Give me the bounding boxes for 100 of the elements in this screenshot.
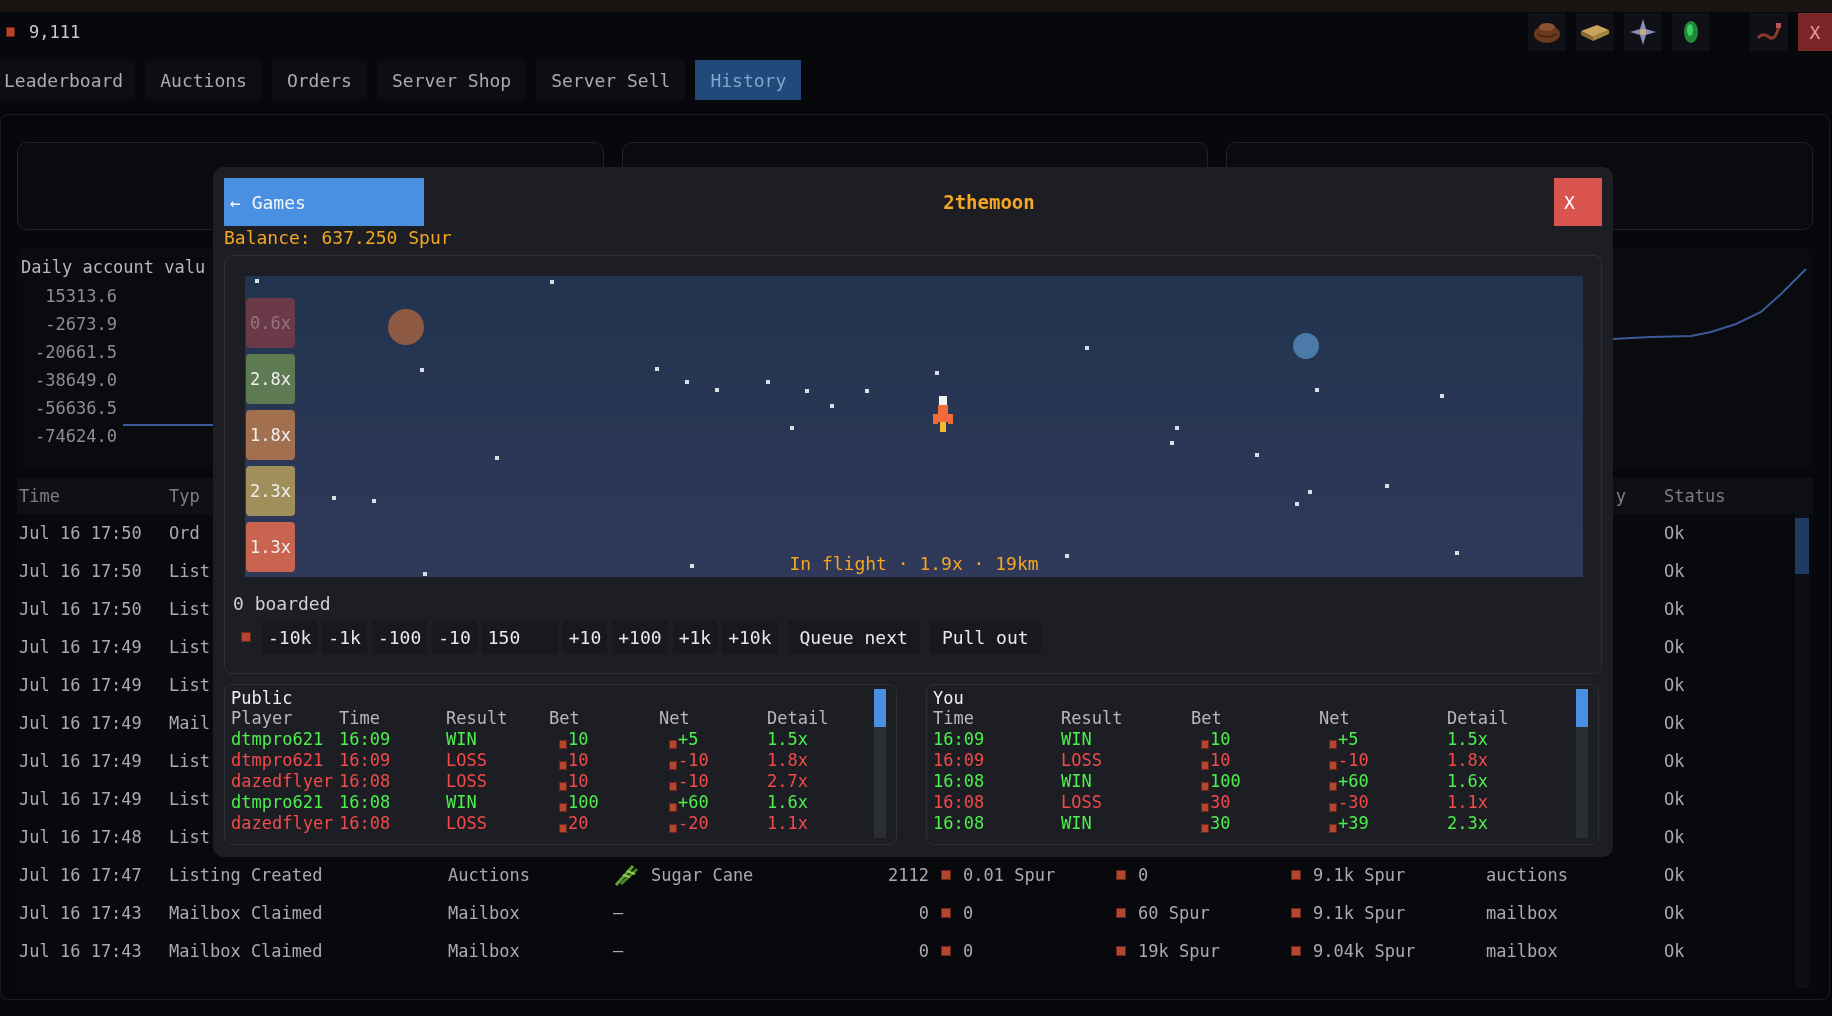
- table-cell: -10: [1338, 750, 1369, 771]
- scrollbar[interactable]: [874, 689, 886, 838]
- table-cell: +5: [1338, 729, 1359, 750]
- table-cell-text: 2.3x: [1447, 813, 1489, 834]
- column-header: Time: [339, 708, 381, 729]
- table-cell: —: [613, 941, 624, 961]
- table-cell-text: 2.7x: [767, 771, 809, 792]
- table-cell: 0: [918, 941, 929, 961]
- column-header: Result: [446, 708, 509, 729]
- emerald-icon[interactable]: [1672, 13, 1710, 51]
- panel-title: You: [933, 688, 965, 708]
- coin-icon: [669, 824, 677, 833]
- table-cell: 0: [963, 941, 974, 961]
- coin-icon: [669, 782, 677, 791]
- table-cell: 0: [918, 903, 929, 923]
- y-axis-label: -74624.0: [35, 425, 117, 448]
- column-header: Detail: [1447, 708, 1510, 729]
- column-header: Bet: [549, 708, 581, 729]
- coin-icon: [1201, 761, 1209, 770]
- multiplier-chip: 1.3x: [246, 522, 295, 572]
- bet-amount-field[interactable]: 150: [481, 620, 558, 654]
- multiplier-chip: 2.8x: [246, 354, 295, 404]
- column-header: Status: [1664, 486, 1726, 506]
- table-cell-text: 1.1x: [1447, 792, 1489, 813]
- table-cell-text: 16:09: [339, 750, 392, 771]
- table-cell-text: 16:08: [933, 771, 986, 792]
- action-button[interactable]: Queue next: [787, 620, 920, 654]
- coin-icon: [669, 803, 677, 812]
- coin-icon: [1201, 782, 1209, 791]
- table-cell: Ok: [1664, 675, 1685, 695]
- table-cell: +60: [1338, 771, 1369, 792]
- table-cell: Jul 16 17:48: [19, 827, 142, 847]
- tab[interactable]: Auctions: [145, 60, 262, 100]
- increase-bet-button[interactable]: +10k: [722, 620, 778, 654]
- close-button[interactable]: X: [1798, 13, 1832, 51]
- table-cell: List: [169, 599, 210, 619]
- table-cell-text: 1.8x: [767, 750, 809, 771]
- table-cell-text: 1.8x: [1447, 750, 1489, 771]
- column-header: Detail: [767, 708, 830, 729]
- tab[interactable]: Server Sell: [536, 60, 686, 100]
- table-cell: 20: [568, 813, 589, 834]
- table-cell-text: 1.1x: [767, 813, 809, 834]
- table-cell: Jul 16 17:43: [19, 903, 142, 923]
- coin-icon: [941, 946, 951, 956]
- action-button[interactable]: Pull out: [929, 620, 1041, 654]
- decrease-bet-button[interactable]: -1k: [322, 620, 367, 654]
- tab[interactable]: History: [695, 60, 802, 100]
- decrease-bet-button[interactable]: -10: [432, 620, 477, 654]
- table-cell: 9.04k Spur: [1313, 941, 1416, 961]
- table-cell: Jul 16 17:49: [19, 751, 142, 771]
- table-cell-text: LOSS: [446, 771, 488, 792]
- balance-label: Balance: 637.250 Spur: [224, 227, 453, 249]
- decrease-bet-button[interactable]: -10k: [262, 620, 318, 654]
- tab[interactable]: Orders: [271, 60, 367, 100]
- column-header: Player: [231, 708, 294, 729]
- table-cell: 30: [1210, 792, 1231, 813]
- table-cell: Ok: [1664, 599, 1685, 619]
- bag-icon[interactable]: [1528, 13, 1566, 51]
- table-cell: Jul 16 17:49: [19, 713, 142, 733]
- table-cell: 100: [1210, 771, 1241, 792]
- table-cell: Jul 16 17:50: [19, 523, 142, 543]
- scrollbar[interactable]: [1795, 514, 1809, 988]
- coin-icon: [1291, 908, 1301, 918]
- table-cell: Ok: [1664, 713, 1685, 733]
- y-axis-label: -56636.5: [35, 397, 117, 420]
- table-cell: 0: [963, 903, 974, 923]
- table-cell-text: dazedflyer: [231, 813, 335, 834]
- y-axis-label: 15313.6: [45, 285, 117, 308]
- table-cell: Ok: [1664, 751, 1685, 771]
- table-cell: +39: [1338, 813, 1369, 834]
- table-cell: List: [169, 827, 210, 847]
- decrease-bet-button[interactable]: -100: [371, 620, 428, 654]
- plank-icon[interactable]: [1576, 13, 1614, 51]
- table-cell-text: 1.5x: [767, 729, 809, 750]
- close-button[interactable]: X: [1554, 178, 1602, 226]
- increase-bet-button[interactable]: +10: [562, 620, 608, 654]
- table-cell: Jul 16 17:47: [19, 865, 142, 885]
- table-cell: Ok: [1664, 523, 1685, 543]
- column-header: Result: [1061, 708, 1124, 729]
- table-cell-text: LOSS: [1061, 750, 1103, 771]
- scrollbar[interactable]: [1576, 689, 1588, 838]
- table-cell-text: dtmpro621: [231, 750, 325, 771]
- y-axis-label: -20661.5: [35, 341, 117, 364]
- lead-icon[interactable]: [1750, 13, 1788, 51]
- tab[interactable]: Leaderboard: [0, 60, 136, 100]
- table-cell-text: 16:08: [933, 813, 986, 834]
- table-cell: 60 Spur: [1138, 903, 1210, 923]
- increase-bet-button[interactable]: +1k: [672, 620, 718, 654]
- tab[interactable]: Server Shop: [376, 60, 527, 100]
- table-cell-text: LOSS: [1061, 792, 1103, 813]
- coin-icon: [1201, 824, 1209, 833]
- coin-icon: [669, 761, 677, 770]
- coin-icon: [1329, 761, 1337, 770]
- increase-bet-button[interactable]: +100: [612, 620, 668, 654]
- table-cell-text: 16:09: [933, 729, 986, 750]
- coin-icon: [1116, 908, 1126, 918]
- table-cell: Mailbox: [448, 903, 520, 923]
- coin-icon: [559, 824, 567, 833]
- table-cell: 9.1k Spur: [1313, 865, 1406, 885]
- table-cell: mailbox: [1486, 903, 1558, 923]
